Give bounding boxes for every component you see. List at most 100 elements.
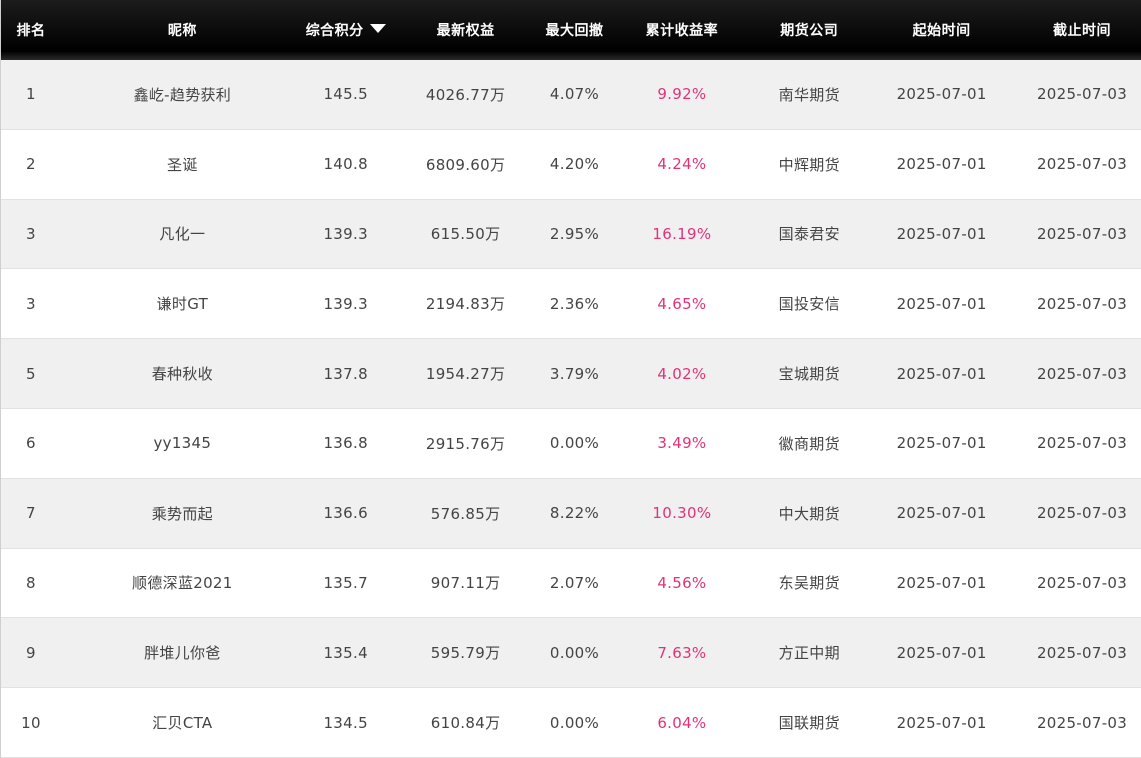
nickname-cell: 汇贝CTA	[152, 714, 213, 733]
column-header-end[interactable]: 截止时间	[1023, 20, 1141, 40]
equity-cell: 610.84万	[430, 714, 501, 733]
return-cell: 3.49%	[657, 434, 707, 453]
return-cell: 4.65%	[657, 294, 707, 313]
drawdown-cell: 0.00%	[549, 434, 600, 453]
score-cell: 140.8	[323, 155, 368, 174]
table-row[interactable]: 10 汇贝CTA 134.5 610.84万 0.00% 6.04% 国联期货 2025-07…	[1, 688, 1141, 758]
column-header-score-label: 综合积分	[305, 23, 364, 39]
table-body: 1 鑫屹-趋势获利 145.5 4026.77万 4.07% 9.92% 南华期货 2025-…	[1, 60, 1141, 758]
nickname-cell: 圣诞	[167, 155, 198, 174]
rank-cell: 1	[26, 85, 36, 104]
rank-cell: 2	[26, 155, 36, 174]
rank-cell: 10	[21, 713, 41, 732]
score-cell: 136.6	[323, 504, 368, 523]
score-cell: 139.3	[323, 224, 368, 243]
score-cell: 139.3	[323, 294, 368, 313]
broker-cell: 宝城期货	[778, 365, 840, 384]
return-cell: 7.63%	[657, 643, 707, 662]
broker-cell: 南华期货	[778, 85, 840, 104]
end-date-cell: 2025-07-03	[1036, 155, 1128, 174]
broker-cell: 国联期货	[778, 714, 840, 733]
equity-cell: 1954.27万	[425, 365, 506, 384]
score-cell: 134.5	[323, 713, 368, 732]
rank-cell: 9	[26, 643, 36, 662]
drawdown-cell: 3.79%	[549, 364, 600, 383]
table-row[interactable]: 2 圣诞 140.8 6809.60万 4.20% 4.24% 中辉期货 2025-07-01…	[1, 129, 1141, 200]
return-cell: 6.04%	[657, 713, 707, 732]
drawdown-cell: 2.36%	[549, 294, 600, 313]
end-date-cell: 2025-07-03	[1036, 294, 1128, 313]
drawdown-cell: 2.07%	[549, 573, 600, 592]
nickname-cell: 胖堆儿你爸	[144, 644, 221, 663]
drawdown-cell: 4.20%	[549, 155, 600, 174]
table-row[interactable]: 3 谦时GT 139.3 2194.83万 2.36% 4.65% 国投安信 2025-07-…	[1, 269, 1141, 340]
start-date-cell: 2025-07-01	[896, 504, 987, 523]
end-date-cell: 2025-07-03	[1036, 224, 1128, 243]
broker-cell: 中大期货	[778, 504, 840, 523]
return-cell: 4.02%	[657, 364, 707, 383]
broker-cell: 中辉期货	[778, 155, 840, 174]
drawdown-cell: 0.00%	[549, 643, 600, 662]
column-header-broker[interactable]: 期货公司	[758, 20, 860, 40]
nickname-cell: 春种秋收	[151, 365, 213, 384]
column-header-rank[interactable]: 排名	[1, 20, 61, 40]
table-row[interactable]: 3 凡化一 139.3 615.50万 2.95% 16.19% 国泰君安 2025-07-0…	[1, 199, 1141, 270]
end-date-cell: 2025-07-03	[1036, 85, 1128, 104]
table-row[interactable]: 5 春种秋收 137.8 1954.27万 3.79% 4.02% 宝城期货 2025-07-…	[1, 339, 1141, 409]
caret-down-icon[interactable]	[369, 24, 386, 33]
score-cell: 145.5	[323, 85, 368, 104]
start-date-cell: 2025-07-01	[896, 85, 987, 104]
start-date-cell: 2025-07-01	[896, 224, 987, 243]
nickname-cell: 谦时GT	[156, 295, 209, 314]
drawdown-cell: 8.22%	[549, 504, 600, 523]
start-date-cell: 2025-07-01	[896, 713, 987, 732]
rank-cell: 8	[26, 573, 36, 592]
column-header-score[interactable]: 综合积分	[304, 20, 388, 40]
rank-cell: 5	[26, 364, 36, 383]
rank-cell: 6	[26, 434, 36, 453]
nickname-cell: 鑫屹-趋势获利	[133, 85, 232, 104]
return-cell: 4.56%	[657, 573, 707, 592]
equity-cell: 907.11万	[430, 574, 501, 593]
drawdown-cell: 2.95%	[549, 224, 600, 243]
table-row[interactable]: 6 yy1345 136.8 2915.76万 0.00% 3.49% 徽商期货 2025-0…	[1, 408, 1141, 479]
start-date-cell: 2025-07-01	[896, 643, 987, 662]
drawdown-cell: 0.00%	[549, 713, 600, 732]
start-date-cell: 2025-07-01	[896, 294, 987, 313]
end-date-cell: 2025-07-03	[1036, 713, 1128, 732]
end-date-cell: 2025-07-03	[1036, 504, 1128, 523]
equity-cell: 595.79万	[430, 644, 501, 663]
nickname-cell: yy1345	[153, 434, 212, 453]
score-cell: 136.8	[323, 434, 368, 453]
broker-cell: 东吴期货	[778, 574, 840, 593]
rank-cell: 7	[26, 504, 36, 523]
equity-cell: 2915.76万	[425, 434, 506, 453]
equity-cell: 615.50万	[430, 225, 501, 244]
rank-cell: 3	[26, 294, 36, 313]
equity-cell: 4026.77万	[425, 85, 506, 104]
drawdown-cell: 4.07%	[549, 85, 600, 104]
equity-cell: 2194.83万	[425, 295, 506, 314]
column-header-return[interactable]: 累计收益率	[605, 20, 758, 40]
column-header-drawdown[interactable]: 最大回撤	[544, 20, 606, 40]
column-header-start[interactable]: 起始时间	[860, 20, 1023, 40]
nickname-cell: 乘势而起	[151, 504, 213, 523]
score-cell: 137.8	[323, 364, 368, 383]
table-row[interactable]: 8 顺德深蓝2021 135.7 907.11万 2.07% 4.56% 东吴期货 2025-…	[1, 548, 1141, 619]
column-header-equity[interactable]: 最新权益	[388, 20, 544, 40]
table-row[interactable]: 1 鑫屹-趋势获利 145.5 4026.77万 4.07% 9.92% 南华期货 2025-…	[1, 60, 1141, 130]
table-row[interactable]: 9 胖堆儿你爸 135.4 595.79万 0.00% 7.63% 方正中期 2025-07-…	[1, 618, 1141, 689]
return-cell: 9.92%	[657, 85, 707, 104]
score-cell: 135.4	[323, 643, 368, 662]
nickname-cell: 凡化一	[159, 225, 206, 244]
table-header: 排名 昵称 综合积分 最新权益 最大回撤 累计收益率 期货公司 起始时间 截止时…	[1, 0, 1141, 60]
score-cell: 135.7	[323, 573, 368, 592]
equity-cell: 6809.60万	[425, 155, 506, 174]
column-header-nickname[interactable]: 昵称	[61, 20, 304, 40]
equity-cell: 576.85万	[430, 504, 501, 523]
broker-cell: 国泰君安	[778, 225, 840, 244]
nickname-cell: 顺德深蓝2021	[132, 574, 233, 593]
table-row[interactable]: 7 乘势而起 136.6 576.85万 8.22% 10.30% 中大期货 2025-07-…	[1, 478, 1141, 549]
return-cell: 16.19%	[652, 224, 712, 243]
return-cell: 4.24%	[657, 155, 707, 174]
